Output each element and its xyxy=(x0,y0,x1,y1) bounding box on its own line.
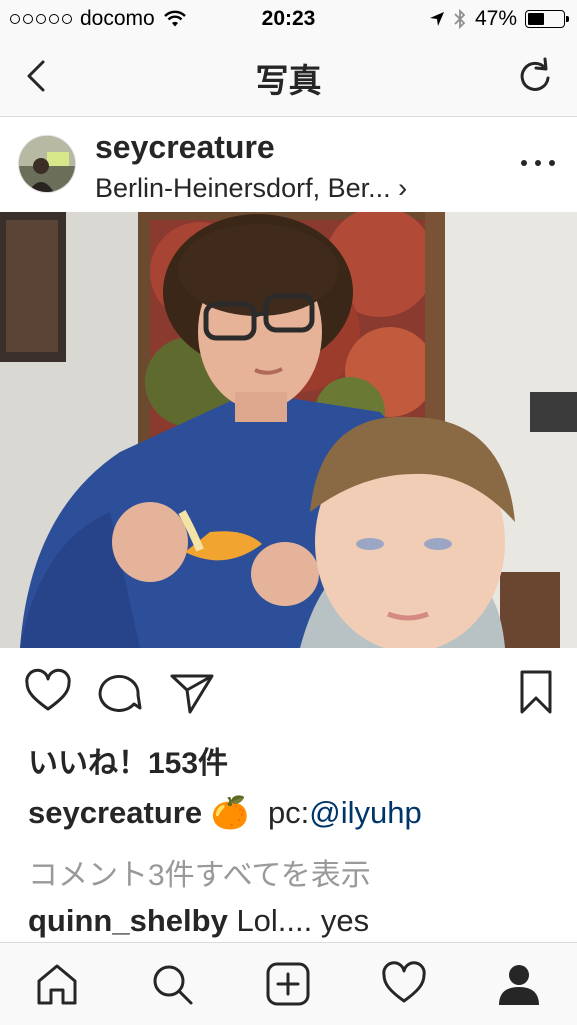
location-arrow-icon xyxy=(429,12,444,26)
post-username[interactable]: seycreature xyxy=(95,129,275,166)
caption-prefix: pc: xyxy=(267,795,310,830)
battery-fill xyxy=(528,13,544,25)
caption-username[interactable]: seycreature xyxy=(28,795,202,830)
status-bar: docomo 20:23 47% xyxy=(0,0,577,40)
home-icon[interactable] xyxy=(34,961,80,1007)
battery-percent: 47% xyxy=(474,7,517,30)
post-header: seycreature Berlin-Heinersdorf, Ber... › xyxy=(0,117,577,212)
post-actions xyxy=(0,662,577,722)
view-all-comments-link[interactable]: コメント3件すべてを表示 xyxy=(28,850,371,894)
avatar[interactable] xyxy=(18,135,76,193)
search-icon[interactable] xyxy=(149,961,195,1007)
caption-emoji: 🍊 xyxy=(210,795,250,830)
caption-mention[interactable]: @ilyuhp xyxy=(309,795,421,830)
battery-icon xyxy=(525,10,569,28)
comment-icon[interactable] xyxy=(96,668,144,716)
likes-count[interactable]: いいね！153件 xyxy=(28,738,228,782)
tab-bar xyxy=(0,942,577,1025)
profile-icon[interactable] xyxy=(496,961,542,1007)
nav-bar: 写真 xyxy=(0,40,577,117)
comment-username[interactable]: quinn_shelby xyxy=(28,903,228,938)
bookmark-icon[interactable] xyxy=(512,668,560,716)
heart-icon[interactable] xyxy=(24,668,72,716)
comment-text: Lol.... yes xyxy=(236,903,370,938)
comment-item: quinn_shelby Lol.... yes xyxy=(28,903,369,939)
bluetooth-icon xyxy=(454,8,466,30)
page-title: 写真 xyxy=(255,62,322,99)
plus-square-icon[interactable] xyxy=(265,961,311,1007)
post-location[interactable]: Berlin-Heinersdorf, Ber... › xyxy=(95,173,407,204)
status-right: 47% xyxy=(429,7,569,31)
paper-plane-icon[interactable] xyxy=(168,668,216,716)
post-caption: seycreature 🍊 pc:@ilyuhp xyxy=(28,794,422,831)
activity-heart-icon[interactable] xyxy=(381,961,427,1007)
more-options-icon[interactable] xyxy=(521,153,555,173)
refresh-icon[interactable] xyxy=(515,56,555,96)
post-photo[interactable] xyxy=(0,212,577,648)
